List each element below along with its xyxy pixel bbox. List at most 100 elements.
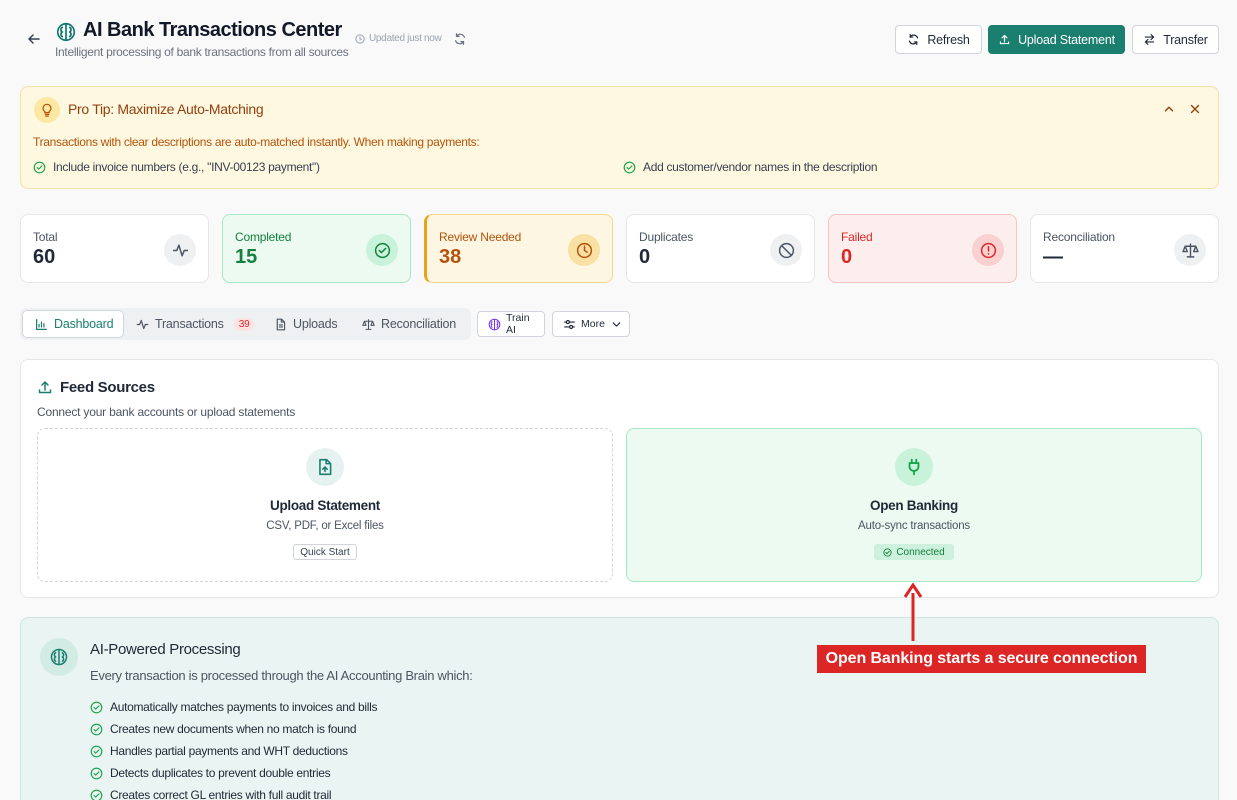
card-subtitle: Connect your bank accounts or upload sta…: [37, 405, 296, 419]
check-circle-icon: [90, 745, 103, 758]
alert-circle-icon: [972, 234, 1004, 266]
source-title: Upload Statement: [270, 498, 380, 513]
page-header: AI Bank Transactions Center Intelligent …: [0, 0, 1237, 80]
ai-title: AI-Powered Processing: [90, 641, 241, 658]
brain-icon: [40, 638, 78, 676]
stat-label: Duplicates: [639, 230, 694, 244]
ai-feature-item: Creates new documents when no match is f…: [90, 722, 357, 736]
check-circle-icon: [90, 701, 103, 714]
scale-icon: [362, 318, 375, 331]
sync-icon[interactable]: [453, 32, 467, 46]
brain-icon: [55, 21, 77, 43]
ai-feature-item: Creates correct GL entries with full aud…: [90, 788, 332, 800]
stat-card-failed[interactable]: Failed 0: [828, 214, 1017, 283]
more-dropdown[interactable]: More: [552, 311, 630, 337]
quick-start-badge: Quick Start: [293, 544, 357, 560]
sliders-icon: [563, 318, 576, 331]
stat-card-completed[interactable]: Completed 15: [222, 214, 411, 283]
stat-value: 15: [235, 246, 258, 268]
ai-feature-text: Creates new documents when no match is f…: [110, 722, 357, 736]
stat-card-total[interactable]: Total 60: [20, 214, 209, 283]
check-circle-icon: [90, 767, 103, 780]
train-ai-button[interactable]: Train AI: [477, 311, 545, 337]
tab-bar: Dashboard Transactions 39 Uploads Reconc…: [20, 308, 471, 340]
check-circle-icon: [623, 161, 636, 174]
page-title: AI Bank Transactions Center: [83, 19, 342, 41]
tip-title: Pro Tip: Maximize Auto-Matching: [68, 101, 264, 117]
bar-chart-icon: [35, 318, 48, 331]
stat-value: —: [1043, 246, 1063, 268]
activity-icon: [136, 318, 149, 331]
stat-card-duplicates[interactable]: Duplicates 0: [626, 214, 815, 283]
tip-item: Add customer/vendor names in the descrip…: [623, 160, 878, 174]
file-icon: [274, 318, 287, 331]
stat-label: Completed: [235, 230, 292, 244]
check-circle-icon: [366, 234, 398, 266]
tab-dashboard[interactable]: Dashboard: [22, 310, 124, 338]
page-subtitle: Intelligent processing of bank transacti…: [55, 45, 349, 59]
source-title: Open Banking: [870, 498, 958, 513]
transfer-button[interactable]: Transfer: [1132, 25, 1219, 54]
count-badge: 39: [233, 317, 255, 331]
feed-sources-card: Feed Sources Connect your bank accounts …: [20, 359, 1219, 598]
ai-feature-text: Handles partial payments and WHT deducti…: [110, 744, 348, 758]
stat-label: Review Needed: [439, 230, 522, 244]
source-desc: Auto-sync transactions: [858, 520, 970, 532]
open-banking-source[interactable]: Open Banking Auto-sync transactions Conn…: [626, 428, 1202, 582]
ai-feature-item: Detects duplicates to prevent double ent…: [90, 766, 331, 780]
upload-statement-label: Upload Statement: [1018, 32, 1115, 47]
upload-statement-button[interactable]: Upload Statement: [988, 25, 1125, 54]
back-arrow-icon[interactable]: [26, 31, 42, 47]
file-upload-icon: [306, 448, 344, 486]
tab-label: Transactions: [155, 317, 224, 331]
ai-feature-text: Automatically matches payments to invoic…: [110, 700, 378, 714]
check-circle-icon: [33, 161, 46, 174]
activity-icon: [164, 234, 196, 266]
tag-label: Quick Start: [300, 546, 350, 558]
stat-card-reconciliation[interactable]: Reconciliation —: [1030, 214, 1219, 283]
stat-label: Total: [33, 230, 58, 244]
pro-tip-banner: Pro Tip: Maximize Auto-Matching Transact…: [20, 86, 1219, 189]
transfer-icon: [1143, 33, 1156, 46]
train-ai-label: Train AI: [506, 312, 530, 336]
tab-reconciliation[interactable]: Reconciliation: [350, 310, 468, 338]
clock-icon: [568, 234, 600, 266]
chevron-down-icon: [610, 318, 623, 331]
lightbulb-icon: [34, 97, 60, 123]
stat-value: 0: [639, 246, 651, 268]
check-circle-icon: [883, 547, 892, 557]
check-circle-icon: [90, 789, 103, 800]
stat-label: Failed: [841, 230, 873, 244]
ai-feature-item: Automatically matches payments to invoic…: [90, 700, 378, 714]
ai-feature-text: Creates correct GL entries with full aud…: [110, 788, 332, 800]
updated-status: Updated just now: [355, 33, 442, 44]
chevron-up-icon[interactable]: [1162, 102, 1176, 116]
stat-card-review-needed[interactable]: Review Needed 38: [424, 214, 613, 283]
stat-value: 0: [841, 246, 853, 268]
tab-uploads[interactable]: Uploads: [262, 310, 349, 338]
card-title: Feed Sources: [60, 379, 155, 396]
scale-icon: [1174, 234, 1206, 266]
refresh-button[interactable]: Refresh: [895, 25, 982, 54]
clock-icon: [355, 33, 365, 44]
tab-transactions[interactable]: Transactions 39: [124, 310, 266, 338]
transfer-label: Transfer: [1163, 32, 1208, 47]
tab-label: Dashboard: [54, 317, 114, 331]
ai-feature-item: Handles partial payments and WHT deducti…: [90, 744, 348, 758]
tip-item: Include invoice numbers (e.g., "INV-0012…: [33, 160, 320, 174]
brain-icon: [488, 318, 501, 331]
tip-item-text: Include invoice numbers (e.g., "INV-0012…: [53, 160, 320, 174]
updated-text: Updated just now: [369, 33, 442, 44]
more-label: More: [581, 318, 605, 330]
annotation-arrow: [903, 583, 923, 641]
ai-feature-text: Detects duplicates to prevent double ent…: [110, 766, 331, 780]
check-circle-icon: [90, 723, 103, 736]
source-desc: CSV, PDF, or Excel files: [266, 520, 384, 532]
close-icon[interactable]: [1188, 102, 1202, 116]
stat-label: Reconciliation: [1043, 230, 1115, 244]
upload-statement-source[interactable]: Upload Statement CSV, PDF, or Excel file…: [37, 428, 613, 582]
tip-text: Transactions with clear descriptions are…: [33, 135, 480, 149]
refresh-label: Refresh: [927, 32, 970, 47]
tab-label: Uploads: [293, 317, 338, 331]
annotation-label: Open Banking starts a secure connection: [817, 645, 1146, 673]
